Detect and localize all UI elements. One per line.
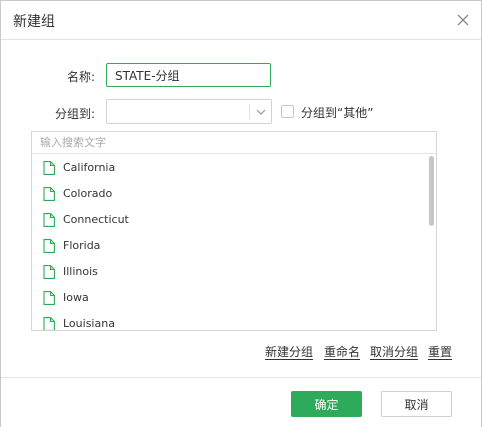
list-item-label: California — [63, 161, 116, 174]
list-item-label: Connecticut — [63, 213, 129, 226]
file-icon — [43, 291, 55, 305]
file-icon — [43, 213, 55, 227]
list-item[interactable]: Colorado — [32, 181, 426, 207]
member-list-panel: California Colorado Connecticut Florida Illi… — [31, 131, 437, 331]
list-item-label: Colorado — [63, 187, 113, 200]
group-to-other-checkbox[interactable] — [281, 105, 294, 118]
group-to-label: 分组到: — [54, 107, 95, 121]
member-list: California Colorado Connecticut Florida Illi… — [32, 155, 426, 330]
file-icon — [43, 265, 55, 279]
dialog-header: 新建组 — [1, 1, 481, 40]
list-item-label: Louisiana — [63, 317, 115, 330]
ok-button[interactable]: 确定 — [291, 391, 362, 417]
list-item-label: Florida — [63, 239, 101, 252]
list-item-label: Iowa — [63, 291, 89, 304]
list-item[interactable]: Illinois — [32, 259, 426, 285]
chevron-down-icon[interactable] — [255, 106, 267, 118]
file-icon — [43, 161, 55, 175]
group-to-select[interactable] — [106, 99, 272, 124]
search-input[interactable] — [32, 132, 436, 154]
cancel-button[interactable]: 取消 — [381, 391, 452, 417]
list-item[interactable]: Louisiana — [32, 311, 426, 330]
name-label: 名称: — [66, 70, 95, 84]
file-icon — [43, 187, 55, 201]
scrollbar-track[interactable] — [427, 155, 436, 330]
select-divider — [249, 104, 250, 119]
new-group-link[interactable]: 新建分组 — [265, 343, 313, 360]
dialog-footer: 确定 取消 — [1, 377, 481, 427]
list-item[interactable]: Florida — [32, 233, 426, 259]
new-group-dialog: 新建组 名称: 分组到: 分组到“其他” CaliforniaColoradoC… — [0, 0, 482, 427]
dialog-title: 新建组 — [13, 14, 55, 30]
group-to-other-label: 分组到“其他” — [301, 106, 374, 120]
list-item[interactable]: Connecticut — [32, 207, 426, 233]
list-item[interactable]: California — [32, 155, 426, 181]
group-name-input[interactable] — [106, 63, 271, 87]
rename-link[interactable]: 重命名 — [324, 343, 360, 360]
reset-link[interactable]: 重置 — [428, 343, 452, 360]
file-icon — [43, 317, 55, 330]
file-icon — [43, 239, 55, 253]
scrollbar-thumb[interactable] — [429, 156, 434, 226]
ungroup-link[interactable]: 取消分组 — [370, 343, 418, 360]
close-icon[interactable] — [455, 12, 471, 28]
list-item-label: Illinois — [63, 265, 98, 278]
list-item[interactable]: Iowa — [32, 285, 426, 311]
